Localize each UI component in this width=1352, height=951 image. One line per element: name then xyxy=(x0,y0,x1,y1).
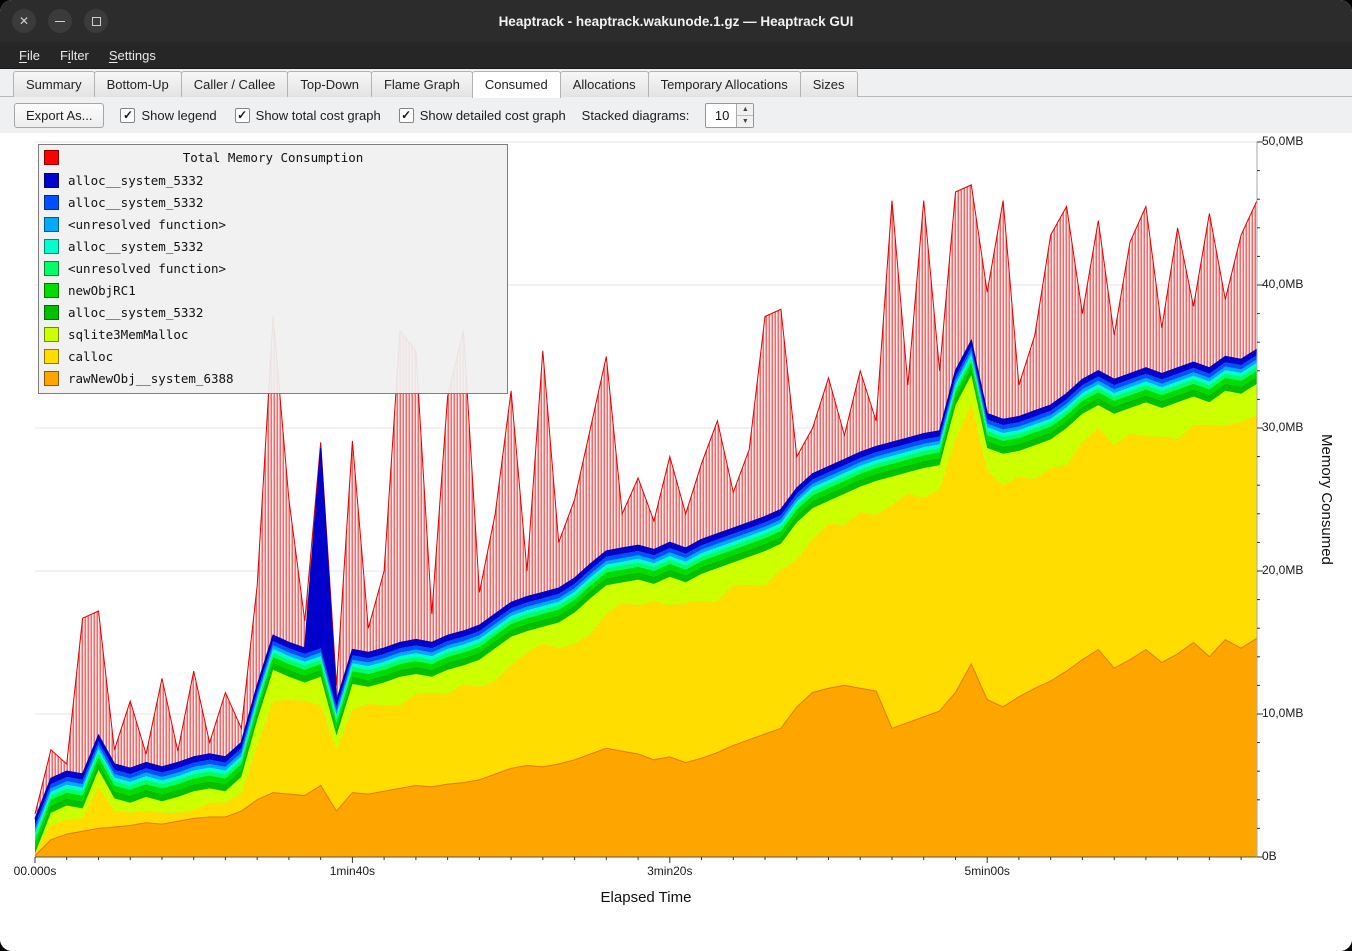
menu-file[interactable]: File xyxy=(10,45,49,66)
legend-item-label: newObjRC1 xyxy=(68,283,136,298)
close-button[interactable]: ✕ xyxy=(12,9,36,33)
x-tick-label: 3min20s xyxy=(625,864,715,878)
minimize-icon xyxy=(55,21,65,22)
legend-color-swatch xyxy=(44,327,59,342)
y-tick-label: 50,0MB xyxy=(1262,134,1303,148)
legend-title-row: Total Memory Consumption xyxy=(39,147,507,169)
y-tick-label: 10,0MB xyxy=(1262,706,1303,720)
legend-color-swatch xyxy=(44,283,59,298)
spin-down-button[interactable]: ▼ xyxy=(737,116,753,127)
menu-filter[interactable]: Filter xyxy=(51,45,98,66)
legend-item-label: <unresolved function> xyxy=(68,217,226,232)
show-legend-checkbox[interactable]: ✓ Show legend xyxy=(120,108,216,123)
legend-color-swatch xyxy=(44,371,59,386)
stacked-diagrams-spinbox[interactable]: 10 ▲ ▼ xyxy=(705,103,754,128)
export-as-button[interactable]: Export As... xyxy=(14,103,104,128)
legend-color-swatch xyxy=(44,150,59,165)
legend-color-swatch xyxy=(44,195,59,210)
window-title: Heaptrack - heaptrack.wakunode.1.gz — He… xyxy=(0,14,1352,29)
legend-item: calloc xyxy=(39,345,507,367)
legend-color-swatch xyxy=(44,239,59,254)
app-window: ✕ Heaptrack - heaptrack.wakunode.1.gz — … xyxy=(0,0,1352,951)
legend-item-label: <unresolved function> xyxy=(68,261,226,276)
maximize-button[interactable] xyxy=(84,9,108,33)
show-total-cost-graph-checkbox[interactable]: ✓ Show total cost graph xyxy=(235,108,381,123)
legend-color-swatch xyxy=(44,261,59,276)
tab-flame-graph[interactable]: Flame Graph xyxy=(371,71,473,97)
legend-color-swatch xyxy=(44,173,59,188)
tab-allocations[interactable]: Allocations xyxy=(560,71,649,97)
tab-caller-callee[interactable]: Caller / Callee xyxy=(181,71,289,97)
legend-item: alloc__system_5332 xyxy=(39,169,507,191)
y-tick-label: 0B xyxy=(1262,849,1277,863)
y-axis-title: Memory Consumed xyxy=(1318,142,1335,857)
checkbox-label: Show legend xyxy=(141,108,216,123)
x-tick-label: 00.000s xyxy=(0,864,80,878)
legend-item-label: alloc__system_5332 xyxy=(68,173,203,188)
titlebar[interactable]: ✕ Heaptrack - heaptrack.wakunode.1.gz — … xyxy=(0,0,1352,42)
checkbox-box: ✓ xyxy=(120,108,135,123)
window-controls: ✕ xyxy=(12,0,108,42)
memory-consumption-chart[interactable]: 00.000s 1min40s 3min20s 5min00s 0B 10,0MB 20,0… xyxy=(0,133,1352,951)
stacked-diagrams-label: Stacked diagrams: xyxy=(582,108,690,123)
legend-item-label: rawNewObj__system_6388 xyxy=(68,371,234,386)
spin-up-button[interactable]: ▲ xyxy=(737,104,753,116)
x-tick-label: 5min00s xyxy=(942,864,1032,878)
tab-top-down[interactable]: Top-Down xyxy=(287,71,372,97)
checkbox-box: ✓ xyxy=(399,108,414,123)
tab-sizes[interactable]: Sizes xyxy=(800,71,858,97)
show-detailed-cost-graph-checkbox[interactable]: ✓ Show detailed cost graph xyxy=(399,108,566,123)
tab-summary[interactable]: Summary xyxy=(13,71,95,97)
menubar: FileFilterSettings xyxy=(0,42,1352,69)
tab-bar: SummaryBottom-UpCaller / CalleeTop-DownF… xyxy=(0,69,1352,97)
checkbox-label: Show detailed cost graph xyxy=(420,108,566,123)
y-tick-label: 40,0MB xyxy=(1262,277,1303,291)
legend-item: alloc__system_5332 xyxy=(39,301,507,323)
legend-item: alloc__system_5332 xyxy=(39,235,507,257)
minimize-button[interactable] xyxy=(48,9,72,33)
tab-consumed[interactable]: Consumed xyxy=(472,71,561,98)
legend-item-label: sqlite3MemMalloc xyxy=(68,327,188,342)
x-axis-title: Elapsed Time xyxy=(0,889,1292,906)
legend-item-label: alloc__system_5332 xyxy=(68,239,203,254)
checkbox-label: Show total cost graph xyxy=(256,108,381,123)
legend-item: alloc__system_5332 xyxy=(39,191,507,213)
legend-item: <unresolved function> xyxy=(39,213,507,235)
x-tick-label: 1min40s xyxy=(307,864,397,878)
tab-temporary-allocations[interactable]: Temporary Allocations xyxy=(648,71,801,97)
y-tick-label: 20,0MB xyxy=(1262,563,1303,577)
menu-settings[interactable]: Settings xyxy=(100,45,165,66)
spinbox-value: 10 xyxy=(706,104,736,127)
legend-color-swatch xyxy=(44,217,59,232)
close-icon: ✕ xyxy=(19,14,29,28)
legend-color-swatch xyxy=(44,305,59,320)
toolbar: Export As... ✓ Show legend ✓ Show total cos… xyxy=(0,97,1352,133)
checkbox-box: ✓ xyxy=(235,108,250,123)
legend-item-label: alloc__system_5332 xyxy=(68,195,203,210)
legend-item: newObjRC1 xyxy=(39,279,507,301)
checkbox-group: ✓ Show legend ✓ Show total cost graph ✓ Show … xyxy=(120,108,565,123)
legend-color-swatch xyxy=(44,349,59,364)
legend-item-label: calloc xyxy=(68,349,113,364)
legend-item: rawNewObj__system_6388 xyxy=(39,367,507,389)
legend-item: sqlite3MemMalloc xyxy=(39,323,507,345)
legend-item: <unresolved function> xyxy=(39,257,507,279)
maximize-icon xyxy=(92,17,101,26)
spinbox-buttons: ▲ ▼ xyxy=(736,104,753,127)
tab-bottom-up[interactable]: Bottom-Up xyxy=(94,71,182,97)
legend-title: Total Memory Consumption xyxy=(39,147,507,169)
chart-legend: Total Memory Consumption alloc__system_53… xyxy=(38,144,508,394)
legend-item-label: alloc__system_5332 xyxy=(68,305,203,320)
y-tick-label: 30,0MB xyxy=(1262,420,1303,434)
